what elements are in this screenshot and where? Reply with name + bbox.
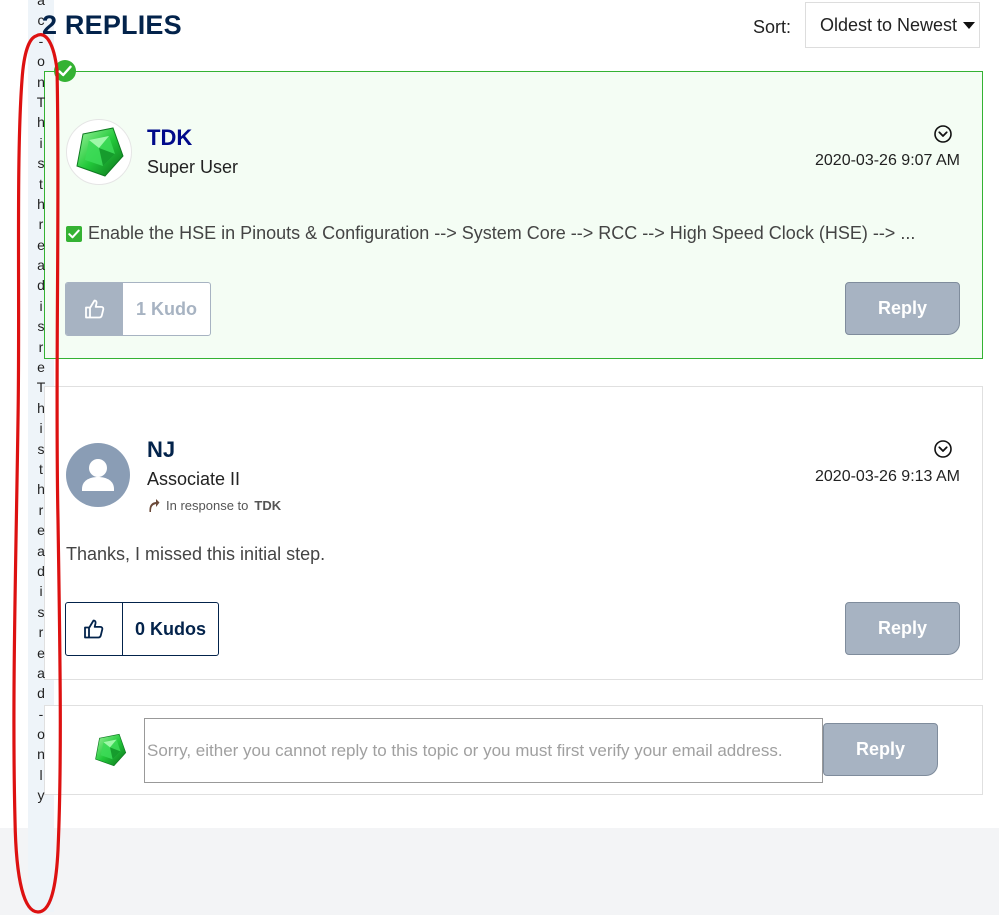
avatar[interactable] bbox=[66, 119, 132, 185]
emerald-gem-icon bbox=[95, 733, 127, 767]
in-response-author-link[interactable]: TDK bbox=[254, 498, 281, 513]
reply-button[interactable]: Reply bbox=[845, 602, 960, 655]
in-response-to: In response to TDK bbox=[148, 498, 281, 513]
sort-label: Sort: bbox=[753, 17, 792, 37]
reply-author-name[interactable]: TDK bbox=[147, 125, 192, 151]
kudo-count: 1 Kudo bbox=[136, 298, 197, 319]
avatar bbox=[89, 729, 131, 771]
thumbs-up-icon[interactable] bbox=[66, 603, 123, 655]
kudo-button-group[interactable]: 1 Kudo bbox=[65, 282, 211, 336]
kudo-button-group[interactable]: 0 Kudos bbox=[65, 602, 219, 656]
reply-body: Enable the HSE in Pinouts & Configuratio… bbox=[66, 223, 915, 244]
chevron-circle-down-icon[interactable] bbox=[934, 125, 952, 143]
user-silhouette-icon bbox=[82, 459, 114, 491]
in-response-prefix: In response to bbox=[166, 498, 249, 513]
chevron-circle-down-icon[interactable] bbox=[934, 440, 952, 458]
caret-down-icon bbox=[963, 21, 976, 29]
reply-author-rank: Super User bbox=[147, 157, 239, 177]
emerald-gem-icon bbox=[76, 127, 124, 177]
reply-body-text: Thanks, I missed this initial step. bbox=[66, 544, 326, 564]
reply-author-name[interactable]: NJ bbox=[147, 437, 175, 463]
kudo-count: 0 Kudos bbox=[134, 618, 206, 639]
replies-count-title: 2 REPLIES bbox=[42, 10, 182, 40]
reply-author-rank: Associate II bbox=[147, 469, 241, 489]
check-square-icon bbox=[66, 225, 82, 242]
thumbs-up-icon[interactable] bbox=[66, 283, 123, 335]
reply-timestamp: 2020-03-26 9:13 AM bbox=[815, 468, 960, 485]
reply-input-disabled[interactable]: Sorry, either you cannot reply to this t… bbox=[144, 718, 823, 783]
sort-dropdown-value: Oldest to Newest bbox=[820, 14, 958, 35]
sort-dropdown[interactable]: Oldest to Newest bbox=[805, 2, 980, 48]
page-footer-band bbox=[0, 828, 999, 915]
reply-arrow-icon bbox=[149, 498, 160, 512]
reply-timestamp: 2020-03-26 9:07 AM bbox=[815, 152, 960, 169]
reply-body-text: Enable the HSE in Pinouts & Configuratio… bbox=[88, 223, 916, 243]
solution-check-icon bbox=[54, 60, 76, 82]
avatar[interactable] bbox=[66, 443, 130, 507]
composer-reply-button[interactable]: Reply bbox=[823, 723, 938, 776]
reply-button[interactable]: Reply bbox=[845, 282, 960, 335]
